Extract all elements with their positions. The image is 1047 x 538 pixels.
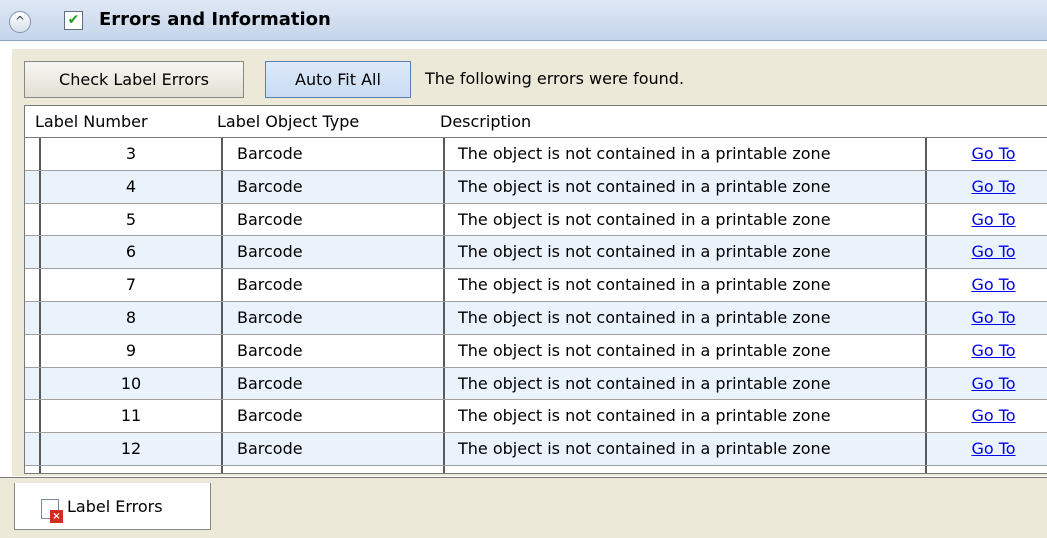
grid-header: Label Number Label Object Type Descripti… xyxy=(25,106,1047,138)
table-row[interactable]: 4 Barcode The object is not contained in a… xyxy=(25,170,1047,204)
table-row[interactable]: 3 Barcode The object is not contained in a… xyxy=(25,138,1047,171)
go-to-link[interactable]: Go To xyxy=(927,368,1047,400)
cell-label-number: 4 xyxy=(39,170,223,203)
table-row[interactable]: 7 Barcode The object is not contained in a… xyxy=(25,269,1047,302)
table-row[interactable]: 12 Barcode The object is not contained in … xyxy=(25,433,1047,466)
column-header-label-number[interactable]: Label Number xyxy=(35,112,148,131)
cell-description: The object is not contained in a printab… xyxy=(445,138,927,170)
table-row[interactable]: 13BarcodeThe object is not contained in … xyxy=(25,465,1047,473)
cell-label-number: 10 xyxy=(39,367,223,400)
go-to-link[interactable]: Go To xyxy=(927,236,1047,268)
cell-label-number: 11 xyxy=(39,400,223,433)
cell-label-number: 9 xyxy=(39,334,223,367)
cell-object-type: Barcode xyxy=(223,367,445,400)
cell-description: The object is not contained in a printab… xyxy=(445,203,927,236)
cell-object-type: Barcode xyxy=(223,433,445,465)
tab-label: Label Errors xyxy=(67,497,163,516)
cell-description: The object is not contained in a printab… xyxy=(445,400,927,433)
cell-label-number: 13 xyxy=(39,465,223,473)
cell-object-type: Barcode xyxy=(223,301,445,334)
cell-description: The object is not contained in a printab… xyxy=(445,465,927,473)
document-error-icon: × xyxy=(41,499,63,523)
cell-description: The object is not contained in a printab… xyxy=(445,301,927,334)
cell-label-number: 5 xyxy=(39,203,223,236)
go-to-link[interactable]: Go To xyxy=(927,171,1047,203)
go-to-link[interactable]: Go To xyxy=(927,433,1047,465)
auto-fit-all-button[interactable]: Auto Fit All xyxy=(265,61,411,98)
cell-label-number: 12 xyxy=(39,433,223,465)
cell-object-type: Barcode xyxy=(223,400,445,433)
table-row[interactable]: 5 Barcode The object is not contained in a… xyxy=(25,203,1047,237)
cell-object-type: Barcode xyxy=(223,236,445,269)
cell-description: The object is not contained in a printab… xyxy=(445,334,927,367)
go-to-link[interactable]: Go To xyxy=(927,400,1047,432)
cell-label-number: 8 xyxy=(39,301,223,334)
table-row[interactable]: 11 Barcode The object is not contained in … xyxy=(25,400,1047,434)
cell-label-number: 7 xyxy=(39,269,223,301)
go-to-link[interactable]: Go To xyxy=(927,138,1047,170)
table-row[interactable]: 6 Barcode The object is not contained in a… xyxy=(25,236,1047,270)
cell-object-type: Barcode xyxy=(223,138,445,170)
tab-bar: × Label Errors xyxy=(0,477,1047,538)
cell-object-type: Barcode xyxy=(223,465,445,473)
errors-panel: Check Label Errors Auto Fit All The foll… xyxy=(12,49,1047,476)
go-to-link[interactable]: Go To xyxy=(927,204,1047,236)
cell-description: The object is not contained in a printab… xyxy=(445,170,927,203)
column-header-object-type[interactable]: Label Object Type xyxy=(217,112,359,131)
collapse-icon[interactable]: ^ xyxy=(9,11,31,33)
checkbox[interactable]: ✔ xyxy=(64,11,83,30)
cell-description: The object is not contained in a printab… xyxy=(445,236,927,269)
cell-description: The object is not contained in a printab… xyxy=(445,367,927,400)
go-to-link[interactable]: Go To xyxy=(927,302,1047,334)
go-to-link[interactable]: Go To xyxy=(927,269,1047,301)
section-title: Errors and Information xyxy=(99,9,331,30)
table-row[interactable]: 10 Barcode The object is not contained in … xyxy=(25,367,1047,401)
errors-grid: Label Number Label Object Type Descripti… xyxy=(24,105,1047,474)
tab-label-errors[interactable]: × Label Errors xyxy=(14,483,211,530)
cell-object-type: Barcode xyxy=(223,170,445,203)
check-label-errors-button[interactable]: Check Label Errors xyxy=(24,61,244,98)
cell-label-number: 6 xyxy=(39,236,223,269)
cell-description: The object is not contained in a printab… xyxy=(445,269,927,301)
column-header-description[interactable]: Description xyxy=(440,112,531,131)
go-to-link[interactable]: Go To xyxy=(927,466,1047,473)
cell-description: The object is not contained in a printab… xyxy=(445,433,927,465)
cell-object-type: Barcode xyxy=(223,269,445,301)
grid-rows: 3 Barcode The object is not contained in a… xyxy=(25,138,1047,473)
table-row[interactable]: 9 Barcode The object is not contained in a… xyxy=(25,334,1047,368)
go-to-link[interactable]: Go To xyxy=(927,335,1047,367)
cell-object-type: Barcode xyxy=(223,203,445,236)
table-row[interactable]: 8 Barcode The object is not contained in a… xyxy=(25,301,1047,335)
cell-object-type: Barcode xyxy=(223,334,445,367)
section-header: ^ ✔ Errors and Information xyxy=(0,0,1047,41)
cell-label-number: 3 xyxy=(39,138,223,170)
status-message: The following errors were found. xyxy=(425,69,685,88)
